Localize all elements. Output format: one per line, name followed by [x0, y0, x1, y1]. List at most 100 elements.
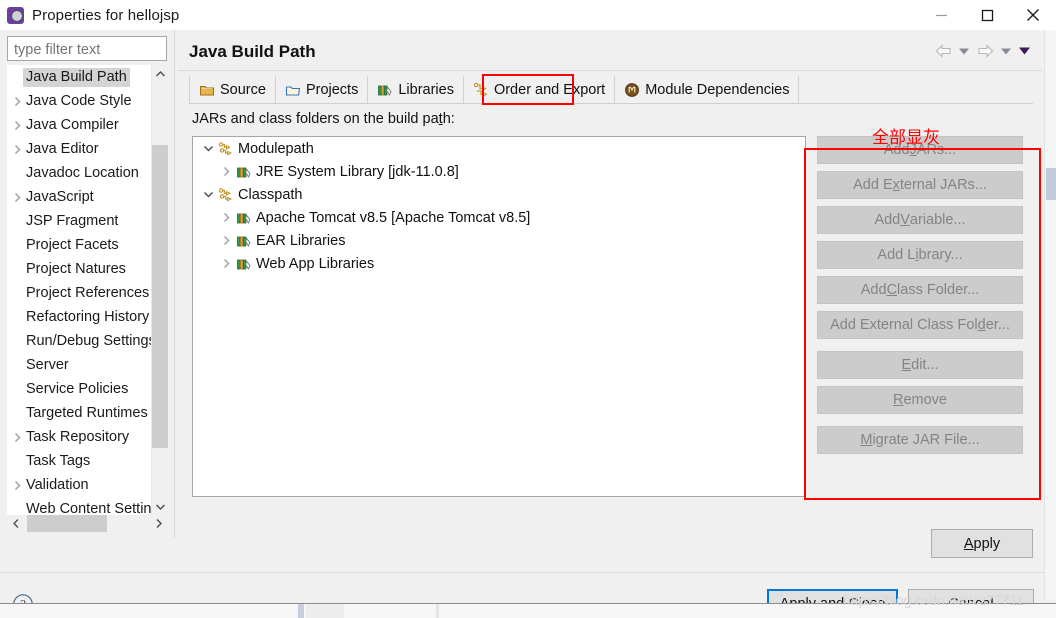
close-button[interactable] [1010, 0, 1056, 30]
sidebar-item-java-build-path[interactable]: Java Build Path [7, 65, 167, 89]
minimize-button[interactable] [918, 0, 964, 30]
library-icon [235, 256, 252, 272]
sidebar-item-task-tags[interactable]: Task Tags [7, 449, 167, 473]
button-label-post: ariable... [909, 212, 966, 228]
sidebar-item-label: Task Tags [26, 453, 91, 469]
apply-mnemonic: A [963, 535, 974, 552]
scroll-up-icon[interactable] [152, 65, 168, 82]
sidebar-item-jsp-fragment[interactable]: JSP Fragment [7, 209, 167, 233]
back-arrow-icon[interactable] [932, 40, 954, 62]
source-folder-icon [200, 85, 214, 95]
add-library-button: Add Li brary... [817, 241, 1023, 269]
desktop-tick-thin [436, 604, 439, 618]
build-path-row-label: Modulepath [238, 140, 314, 157]
sidebar-item-project-natures[interactable]: Project Natures [7, 257, 167, 281]
build-path-tabs[interactable]: Source Projects Libraries Order and Export M… [189, 76, 1033, 103]
tab-order-and-export[interactable]: Order and Export [463, 76, 616, 103]
chevron-right-icon[interactable] [9, 144, 26, 155]
chevron-down-icon[interactable] [199, 144, 217, 153]
button-label-mnemonic: E [901, 357, 912, 373]
chevron-right-icon[interactable] [9, 192, 26, 203]
tab-libraries[interactable]: Libraries [368, 76, 464, 103]
button-label-mnemonic: d [977, 317, 986, 333]
sidebar-item-validation[interactable]: Validation [7, 473, 167, 497]
sidebar-item-label: Refactoring History [26, 309, 150, 325]
sidebar-item-project-facets[interactable]: Project Facets [7, 233, 167, 257]
button-label-mnemonic: C [886, 282, 898, 298]
scroll-down-icon[interactable] [152, 498, 168, 515]
title-bar: Properties for hellojsp [0, 0, 1056, 30]
sidebar-item-task-repository[interactable]: Task Repository [7, 425, 167, 449]
back-history-caret-icon[interactable] [956, 40, 972, 62]
settings-tree-vscrollbar[interactable] [151, 65, 168, 515]
build-path-row[interactable]: EAR Libraries [193, 229, 805, 252]
sidebar-item-label: Project Facets [26, 237, 119, 253]
chevron-right-icon[interactable] [9, 120, 26, 131]
tab-label: Module Dependencies [645, 81, 790, 98]
forward-arrow-icon[interactable] [974, 40, 996, 62]
sidebar-item-project-references[interactable]: Project References [7, 281, 167, 305]
sidebar-item-javadoc-location[interactable]: Javadoc Location [7, 161, 167, 185]
tab-label: Libraries [398, 81, 454, 98]
apply-row: Apply [178, 529, 1042, 563]
settings-tree[interactable]: Java Build Path Java Code Style Java Compi… [7, 65, 167, 515]
tab-source[interactable]: Source [189, 76, 276, 103]
add-class-folder-button: Add Class Folder... [817, 276, 1023, 304]
sidebar-item-refactoring-history[interactable]: Refactoring History [7, 305, 167, 329]
chevron-right-icon[interactable] [9, 480, 26, 491]
build-path-entries-list[interactable]: Modulepath JRE System Library [jdk-11.0.8… [192, 136, 806, 497]
chevron-right-icon[interactable] [217, 212, 235, 223]
classpath-icon [217, 141, 234, 157]
apply-button[interactable]: Apply [931, 529, 1033, 558]
sidebar-item-java-compiler[interactable]: Java Compiler [7, 113, 167, 137]
chevron-right-icon[interactable] [9, 96, 26, 107]
classpath-icon [217, 187, 234, 203]
remove-button: Remove [817, 386, 1023, 414]
window-title: Properties for hellojsp [32, 6, 180, 24]
button-label-mnemonic: x [892, 177, 900, 193]
sidebar-item-javascript[interactable]: JavaScript [7, 185, 167, 209]
chevron-right-icon[interactable] [9, 432, 26, 443]
background-window-scrollbar[interactable] [1044, 30, 1056, 600]
sidebar-item-service-policies[interactable]: Service Policies [7, 377, 167, 401]
background-scroll-thumb[interactable] [1046, 168, 1056, 200]
sidebar-item-targeted-runtimes[interactable]: Targeted Runtimes [7, 401, 167, 425]
maximize-button[interactable] [964, 0, 1010, 30]
forward-history-caret-icon[interactable] [998, 40, 1014, 62]
module-dependencies-icon [625, 82, 640, 97]
hscroll-thumb[interactable] [27, 515, 107, 532]
chevron-right-icon[interactable] [217, 235, 235, 246]
build-path-row[interactable]: JRE System Library [jdk-11.0.8] [193, 160, 805, 183]
sidebar-item-server[interactable]: Server [7, 353, 167, 377]
libraries-tab-panel: JARs and class folders on the build path… [189, 103, 1033, 527]
button-label-post: lass Folder... [897, 282, 980, 298]
sidebar-item-java-editor[interactable]: Java Editor [7, 137, 167, 161]
scroll-right-icon[interactable] [150, 515, 167, 532]
tab-module-dependencies[interactable]: Module Dependencies [615, 76, 800, 103]
build-path-row[interactable]: Web App Libraries [193, 252, 805, 275]
scroll-left-icon[interactable] [7, 515, 24, 532]
chevron-right-icon[interactable] [217, 258, 235, 269]
add-variable-button: Add Variable... [817, 206, 1023, 234]
chevron-down-icon[interactable] [199, 190, 217, 199]
page-menu-caret-icon[interactable] [1016, 40, 1032, 62]
build-path-row[interactable]: Apache Tomcat v8.5 [Apache Tomcat v8.5] [193, 206, 805, 229]
build-path-row[interactable]: Classpath [193, 183, 805, 206]
sidebar-item-run-debug-settings[interactable]: Run/Debug Settings [7, 329, 167, 353]
build-path-row[interactable]: Modulepath [193, 137, 805, 160]
sidebar-item-java-code-style[interactable]: Java Code Style [7, 89, 167, 113]
sidebar-item-label: Task Repository [26, 429, 130, 445]
desktop-tick [298, 604, 304, 618]
settings-tree-hscrollbar[interactable] [7, 515, 167, 532]
sidebar-item-label: Run/Debug Settings [26, 333, 156, 349]
filter-input[interactable] [7, 36, 167, 61]
chevron-right-icon[interactable] [217, 166, 235, 177]
sidebar-item-web-content-settings[interactable]: Web Content Settings [7, 497, 167, 515]
vscroll-thumb[interactable] [152, 145, 168, 448]
build-path-row-label: Classpath [238, 186, 303, 203]
tab-projects[interactable]: Projects [275, 76, 369, 103]
splitter-sash[interactable] [174, 30, 175, 538]
page-pane: Java Build Path Source Projects Librarie… [178, 32, 1042, 558]
edit-button: Edit... [817, 351, 1023, 379]
sidebar-item-label: Project Natures [26, 261, 126, 277]
